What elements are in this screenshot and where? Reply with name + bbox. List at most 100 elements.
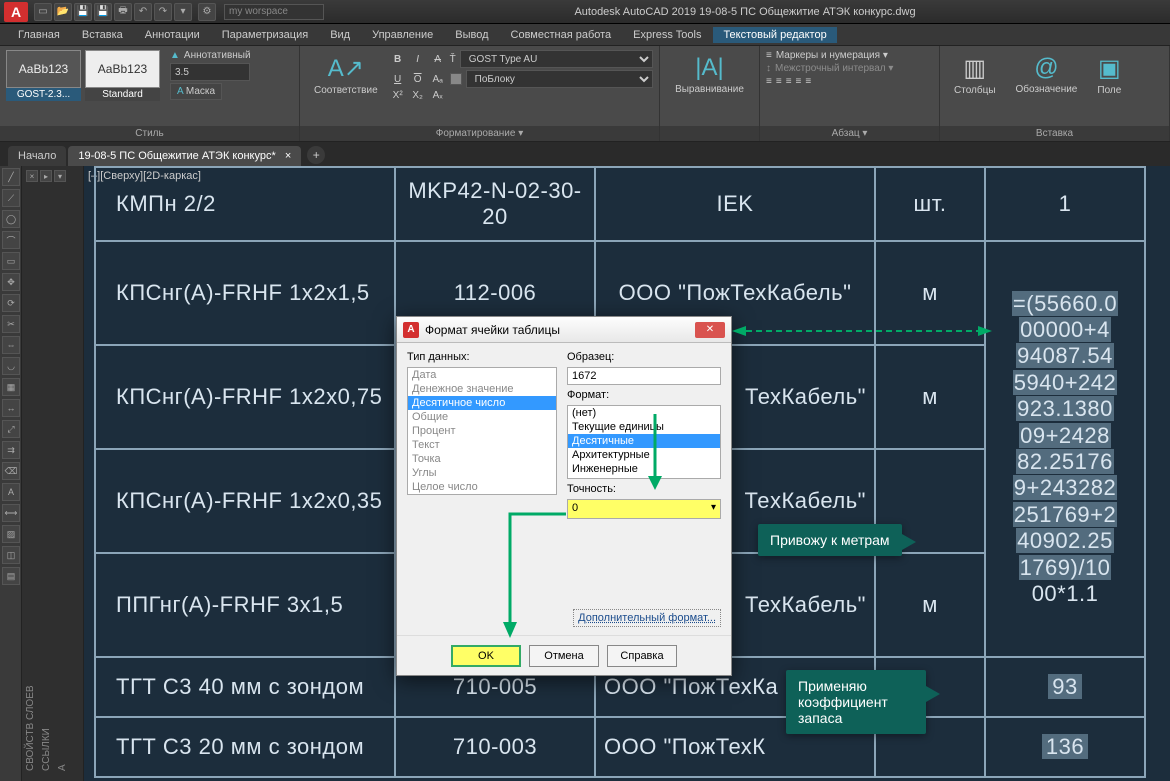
sample-label: Образец: <box>567 351 721 363</box>
cell-unit[interactable]: шт. <box>875 167 985 241</box>
offset-tool-icon[interactable]: ⇉ <box>2 441 20 459</box>
spacing-icon: ↕ <box>766 63 771 74</box>
block-tool-icon[interactable]: ◫ <box>2 546 20 564</box>
overline-button[interactable]: O <box>410 74 426 85</box>
annotation-coef: Применяю коэффициент запаса <box>786 670 926 734</box>
format-label: Формат: <box>567 389 721 401</box>
cell-qty[interactable]: 1 <box>985 167 1145 241</box>
circle-tool-icon[interactable]: ◯ <box>2 210 20 228</box>
cancel-button[interactable]: Отмена <box>529 645 599 667</box>
tab-output[interactable]: Вывод <box>445 27 498 43</box>
sub-button[interactable]: X₂ <box>410 90 426 101</box>
trim-tool-icon[interactable]: ✂ <box>2 315 20 333</box>
qat-saveas-icon[interactable]: 💾 <box>94 3 112 21</box>
doc-tab-start[interactable]: Начало <box>8 146 66 166</box>
qat-open-icon[interactable]: 📂 <box>54 3 72 21</box>
align-center-button[interactable]: ≡ <box>776 76 782 87</box>
help-button[interactable]: Справка <box>607 645 677 667</box>
align-left-button[interactable]: ≡ <box>766 76 772 87</box>
tab-text-editor[interactable]: Текстовый редактор <box>713 27 836 43</box>
text-style-preview-1[interactable]: AaBb123 <box>6 50 81 88</box>
close-tab-icon[interactable]: × <box>285 150 291 162</box>
ok-button[interactable]: OK <box>451 645 521 667</box>
tab-collab[interactable]: Совместная работа <box>501 27 622 43</box>
array-tool-icon[interactable]: ▦ <box>2 378 20 396</box>
rect-tool-icon[interactable]: ▭ <box>2 252 20 270</box>
text-style-preview-2[interactable]: AaBb123 <box>85 50 160 88</box>
hatch-tool-icon[interactable]: ▨ <box>2 525 20 543</box>
super-button[interactable]: X² <box>390 90 406 101</box>
bold-button[interactable]: B <box>390 54 406 65</box>
palette-xref-tab[interactable]: ССЫЛКИ <box>41 728 52 771</box>
align-button[interactable]: |A| Выравнивание <box>667 50 752 99</box>
align-right-button[interactable]: ≡ <box>786 76 792 87</box>
stretch-tool-icon[interactable]: ↔ <box>2 399 20 417</box>
text-tool-icon[interactable]: A <box>2 483 20 501</box>
mirror-tool-icon[interactable]: ⇔ <box>2 336 20 354</box>
qat-save-icon[interactable]: 💾 <box>74 3 92 21</box>
panel-label-format[interactable]: Форматирование ▾ <box>300 126 659 141</box>
line-spacing-button[interactable]: Межстрочный интервал ▾ <box>775 63 893 74</box>
data-type-list[interactable]: Дата Денежное значение Десятичное число … <box>407 367 557 495</box>
scale-tool-icon[interactable]: ⤢ <box>2 420 20 438</box>
match-format-button[interactable]: A↗ Соответствие <box>306 50 386 100</box>
table-tool-icon[interactable]: ▤ <box>2 567 20 585</box>
palette-layers-tab[interactable]: СВОЙСТВ СЛОЕВ <box>25 685 36 771</box>
cell-name[interactable]: КМПн 2/2 <box>95 167 395 241</box>
palette-close-icon[interactable]: × <box>26 170 38 182</box>
tab-view[interactable]: Вид <box>320 27 360 43</box>
dialog-titlebar[interactable]: A Формат ячейки таблицы ✕ <box>397 317 731 343</box>
text-height-input[interactable] <box>170 63 250 81</box>
cell-mfr[interactable]: IEK <box>595 167 875 241</box>
additional-format-button[interactable]: Дополнительный формат... <box>573 609 721 627</box>
qat-more-icon[interactable]: ▾ <box>174 3 192 21</box>
formula-cell[interactable]: =(55660.000000+494087.545940+242923.1380… <box>985 241 1145 657</box>
case-button[interactable]: Aₐ <box>430 74 446 85</box>
tab-express[interactable]: Express Tools <box>623 27 711 43</box>
precision-combo[interactable]: 0 <box>567 499 721 519</box>
dialog-logo-icon: A <box>403 322 419 338</box>
fillet-tool-icon[interactable]: ◡ <box>2 357 20 375</box>
qat-new-icon[interactable]: ▭ <box>34 3 52 21</box>
clear-button[interactable]: Aₓ <box>430 90 446 101</box>
tab-manage[interactable]: Управление <box>362 27 443 43</box>
annotative-label[interactable]: Аннотативный <box>184 50 251 61</box>
settings-gear-icon[interactable]: ⚙ <box>198 3 216 21</box>
new-tab-button[interactable]: + <box>307 146 325 164</box>
italic-button[interactable]: I <box>410 54 426 65</box>
erase-tool-icon[interactable]: ⌫ <box>2 462 20 480</box>
tab-home[interactable]: Главная <box>8 27 70 43</box>
mask-button[interactable]: A Маска <box>170 83 222 100</box>
panel-label-para[interactable]: Абзац ▾ <box>760 126 939 141</box>
color-select[interactable]: ПоБлоку <box>466 70 653 88</box>
palette-pin-icon[interactable]: ▸ <box>40 170 52 182</box>
bullets-button[interactable]: Маркеры и нумерация ▾ <box>776 50 888 61</box>
underline-button[interactable]: U <box>390 74 406 85</box>
field-button[interactable]: ▣Поле <box>1089 50 1129 100</box>
arc-tool-icon[interactable]: ⌒ <box>2 231 20 249</box>
format-list[interactable]: (нет) Текущие единицы Десятичные Архитек… <box>567 405 721 479</box>
align-dist-button[interactable]: ≡ <box>805 76 811 87</box>
qat-plot-icon[interactable]: 🖶 <box>114 3 132 21</box>
columns-button[interactable]: ▥Столбцы <box>946 50 1004 100</box>
tab-parametric[interactable]: Параметризация <box>212 27 318 43</box>
line-tool-icon[interactable]: ╱ <box>2 168 20 186</box>
font-select[interactable]: GOST Type AU <box>460 50 653 68</box>
pline-tool-icon[interactable]: ⟋ <box>2 189 20 207</box>
strike-button[interactable]: A <box>430 54 446 65</box>
cell-code[interactable]: MKP42-N-02-30-20 <box>395 167 595 241</box>
rotate-tool-icon[interactable]: ⟳ <box>2 294 20 312</box>
symbol-button[interactable]: @Обозначение <box>1008 50 1086 99</box>
palette-menu-icon[interactable]: ▾ <box>54 170 66 182</box>
tab-insert[interactable]: Вставка <box>72 27 133 43</box>
palette-a-tab[interactable]: А <box>57 764 68 771</box>
align-justify-button[interactable]: ≡ <box>796 76 802 87</box>
workspace-search[interactable]: my worspace <box>224 4 324 20</box>
doc-tab-active[interactable]: 19-08-5 ПС Общежитие АТЭК конкурс* × <box>68 146 301 166</box>
qat-undo-icon[interactable]: ↶ <box>134 3 152 21</box>
qat-redo-icon[interactable]: ↷ <box>154 3 172 21</box>
tab-annotate[interactable]: Аннотации <box>135 27 210 43</box>
move-tool-icon[interactable]: ✥ <box>2 273 20 291</box>
dim-tool-icon[interactable]: ⟷ <box>2 504 20 522</box>
dialog-close-button[interactable]: ✕ <box>695 322 725 338</box>
